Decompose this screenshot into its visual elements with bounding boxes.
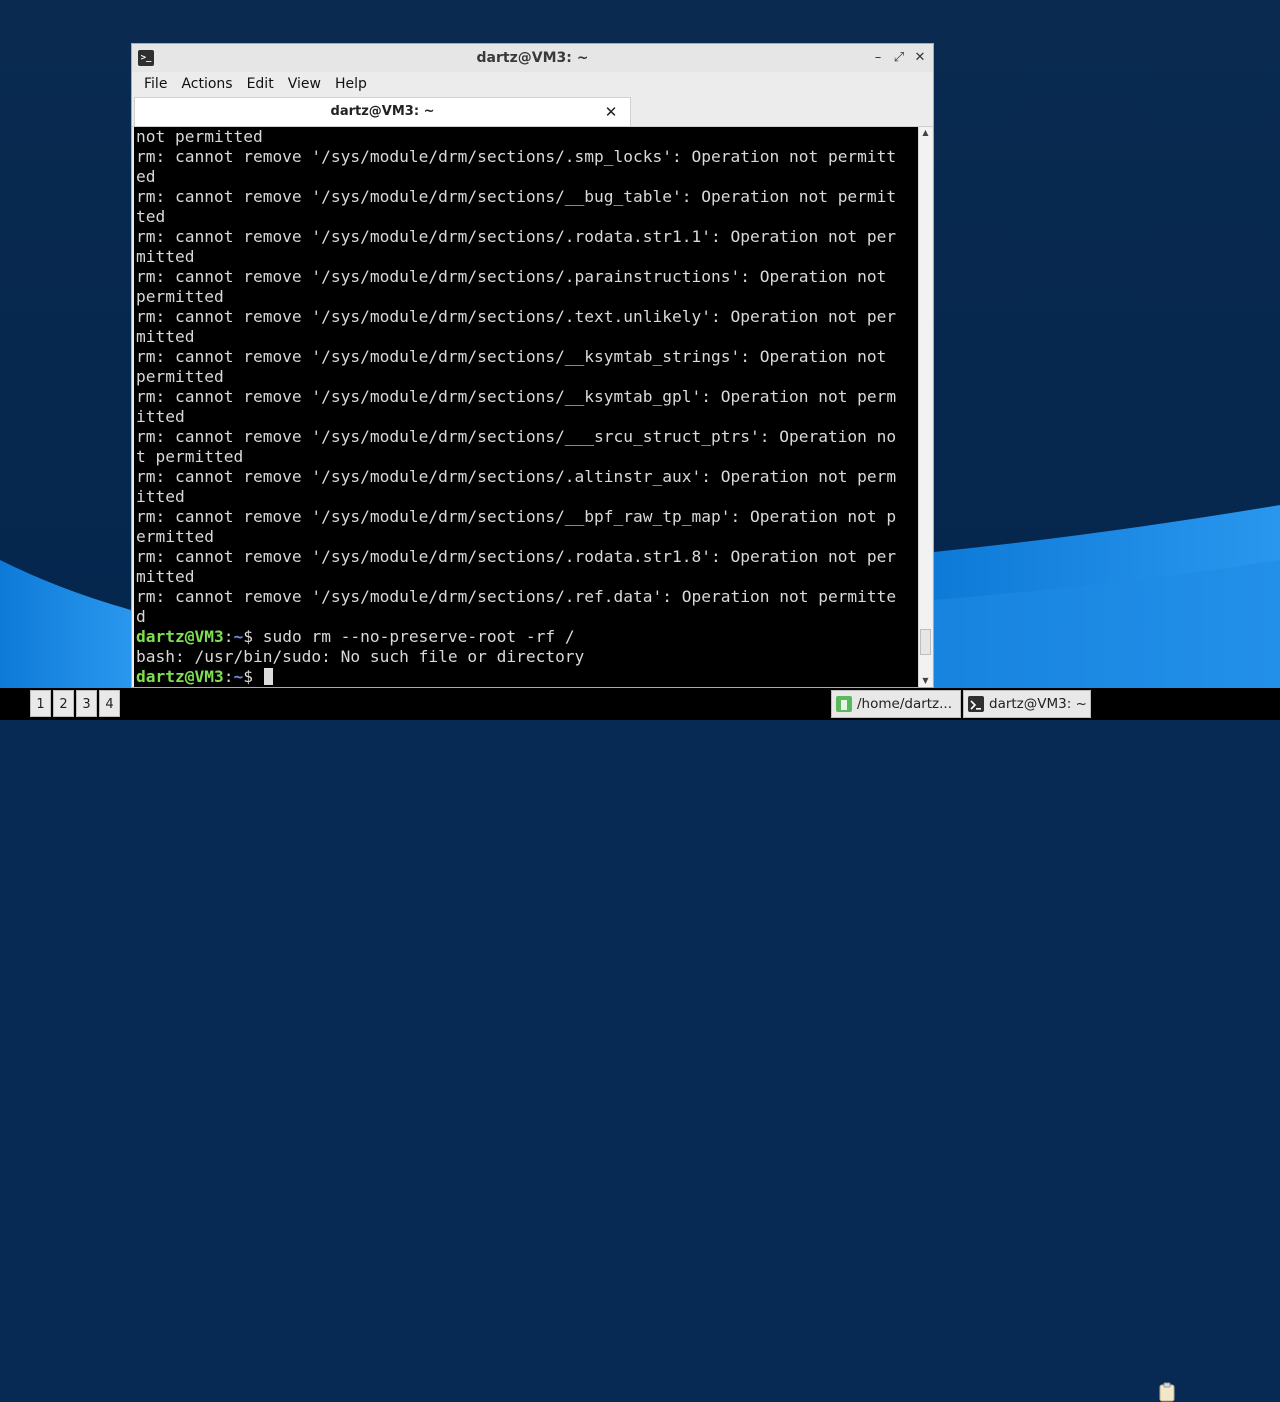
terminal-line: rm: cannot remove '/sys/module/drm/secti… bbox=[136, 347, 887, 366]
prompt-colon: : bbox=[223, 627, 234, 646]
text-cursor bbox=[263, 668, 273, 685]
tab-label: dartz@VM3: ~ bbox=[330, 104, 435, 119]
menu-file[interactable]: File bbox=[137, 72, 174, 96]
minimize-button[interactable]: – bbox=[869, 49, 887, 67]
terminal-line: rm: cannot remove '/sys/module/drm/secti… bbox=[136, 467, 897, 486]
terminal-line: ted bbox=[136, 207, 166, 226]
command-text: sudo rm --no-preserve-root -rf / bbox=[262, 627, 575, 646]
menu-edit[interactable]: Edit bbox=[240, 72, 281, 96]
tab-bar: dartz@VM3: ~ ✕ bbox=[132, 96, 933, 127]
terminal-line: ermitted bbox=[136, 527, 214, 546]
terminal-tab[interactable]: dartz@VM3: ~ ✕ bbox=[134, 97, 631, 126]
terminal-line: permitted bbox=[136, 287, 224, 306]
workspace-2-button[interactable]: 2 bbox=[53, 690, 74, 717]
terminal-line: itted bbox=[136, 407, 185, 426]
workspace-3-button[interactable]: 3 bbox=[76, 690, 97, 717]
workspace-1-button[interactable]: 1 bbox=[30, 690, 51, 717]
command-line: dartz@VM3:~$ sudo rm --no-preserve-root … bbox=[134, 627, 918, 647]
terminal-output[interactable]: not permitted rm: cannot remove '/sys/mod… bbox=[134, 127, 918, 687]
maximize-button[interactable]: ⤢ bbox=[890, 49, 908, 67]
close-window-button[interactable]: ✕ bbox=[911, 49, 929, 67]
terminal-line: rm: cannot remove '/sys/module/drm/secti… bbox=[136, 227, 897, 246]
terminal-line: rm: cannot remove '/sys/module/drm/secti… bbox=[136, 427, 897, 446]
tab-close-icon[interactable]: ✕ bbox=[602, 103, 620, 121]
terminal-line: rm: cannot remove '/sys/module/drm/secti… bbox=[136, 187, 897, 206]
terminal-line: rm: cannot remove '/sys/module/drm/secti… bbox=[136, 387, 897, 406]
window-title: dartz@VM3: ~ bbox=[476, 50, 589, 66]
prompt-symbol: $ bbox=[243, 667, 263, 686]
prompt-path: ~ bbox=[233, 667, 244, 686]
taskbar-terminal[interactable]: dartz@VM3: ~ bbox=[963, 690, 1091, 718]
taskbar: 1 2 3 4 /home/dartz... dartz@VM3: ~ bbox=[0, 688, 1280, 1402]
scrollbar-thumb[interactable] bbox=[920, 629, 931, 655]
prompt-colon: : bbox=[223, 667, 234, 686]
error-line: bash: /usr/bin/sudo: No such file or dir… bbox=[136, 647, 585, 666]
terminal-line: mitted bbox=[136, 567, 195, 586]
menu-actions[interactable]: Actions bbox=[174, 72, 239, 96]
terminal-line: d bbox=[136, 607, 146, 626]
taskbar-terminal-label: dartz@VM3: ~ bbox=[989, 696, 1087, 712]
menu-bar: File Actions Edit View Help bbox=[132, 72, 933, 96]
terminal-line: itted bbox=[136, 487, 185, 506]
active-prompt-line[interactable]: dartz@VM3:~$ bbox=[134, 667, 918, 687]
prompt-user: dartz@VM3 bbox=[136, 627, 224, 646]
terminal-line: rm: cannot remove '/sys/module/drm/secti… bbox=[136, 547, 897, 566]
terminal-line: rm: cannot remove '/sys/module/drm/secti… bbox=[136, 587, 897, 606]
folder-icon bbox=[836, 696, 852, 712]
workspace-4-button[interactable]: 4 bbox=[99, 690, 120, 717]
scroll-up-arrow-icon[interactable]: ▲ bbox=[919, 127, 932, 139]
terminal-line: mitted bbox=[136, 247, 195, 266]
prompt-path: ~ bbox=[233, 627, 244, 646]
terminal-lines: not permitted rm: cannot remove '/sys/mod… bbox=[134, 127, 918, 627]
terminal-window: >_ dartz@VM3: ~ – ⤢ ✕ File Actions Edit Vie… bbox=[131, 43, 934, 688]
menu-help[interactable]: Help bbox=[328, 72, 374, 96]
terminal-line: rm: cannot remove '/sys/module/drm/secti… bbox=[136, 307, 897, 326]
prompt-symbol: $ bbox=[243, 627, 263, 646]
terminal-icon bbox=[968, 696, 984, 712]
terminal-line: permitted bbox=[136, 367, 224, 386]
menu-view[interactable]: View bbox=[281, 72, 328, 96]
terminal-line: t permitted bbox=[136, 447, 244, 466]
terminal-line: rm: cannot remove '/sys/module/drm/secti… bbox=[136, 267, 887, 286]
terminal-line: ed bbox=[136, 167, 156, 186]
terminal-line: rm: cannot remove '/sys/module/drm/secti… bbox=[136, 147, 897, 166]
taskbar-file-manager[interactable]: /home/dartz... bbox=[831, 690, 961, 718]
window-titlebar[interactable]: >_ dartz@VM3: ~ – ⤢ ✕ bbox=[132, 44, 933, 73]
clipboard-icon[interactable] bbox=[1158, 1382, 1176, 1402]
terminal-line: mitted bbox=[136, 327, 195, 346]
terminal-scrollbar[interactable]: ▲ ▼ bbox=[918, 127, 932, 687]
taskbar-file-manager-label: /home/dartz... bbox=[857, 696, 953, 712]
scroll-down-arrow-icon[interactable]: ▼ bbox=[919, 675, 932, 687]
prompt-user: dartz@VM3 bbox=[136, 667, 224, 686]
terminal-line: rm: cannot remove '/sys/module/drm/secti… bbox=[136, 507, 897, 526]
terminal-line: not permitted bbox=[136, 127, 263, 146]
